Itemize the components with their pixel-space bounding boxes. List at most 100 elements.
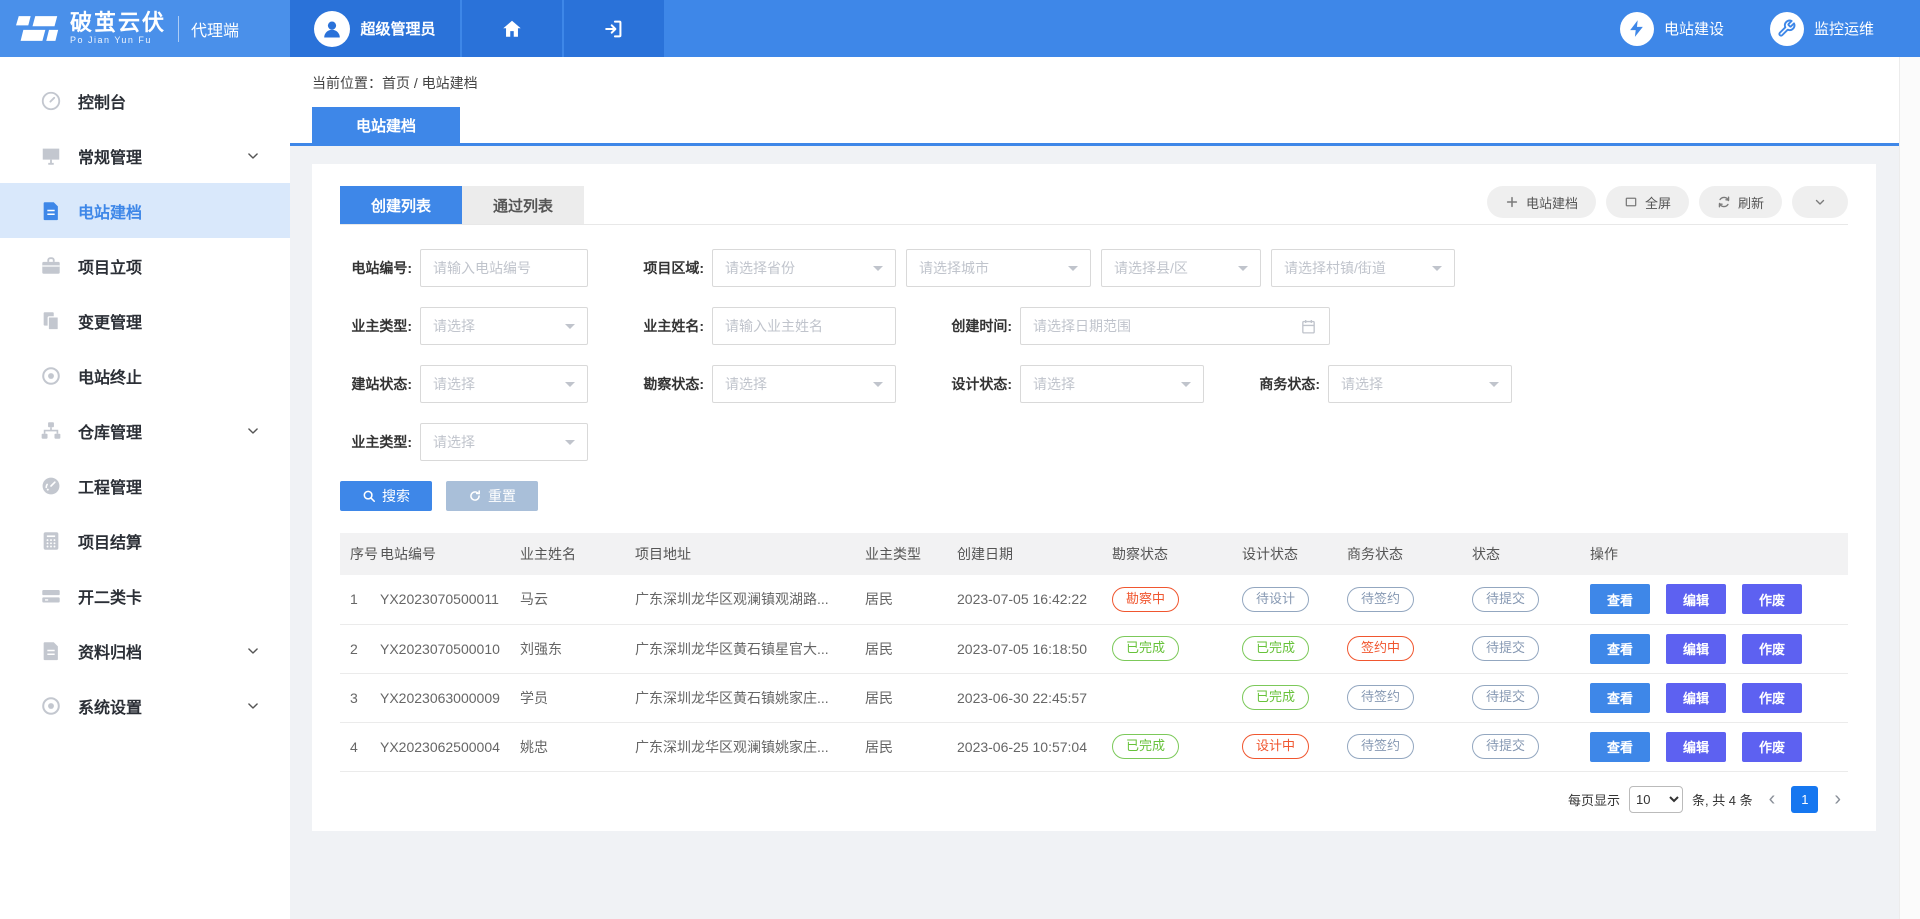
filter-select[interactable]: 请选择城市 (906, 249, 1091, 287)
edit-button[interactable]: 编辑 (1666, 683, 1726, 713)
view-button[interactable]: 查看 (1590, 683, 1650, 713)
filter-row: 业主类型:请选择业主姓名:创建时间:请选择日期范围 (340, 307, 1848, 345)
sidebar-item-10[interactable]: 资料归档 (0, 623, 290, 678)
sidebar-item-3[interactable]: 项目立项 (0, 238, 290, 293)
filter-select[interactable]: 请选择 (712, 365, 896, 403)
reset-button[interactable]: 重置 (446, 481, 538, 511)
sidebar-item-11[interactable]: 系统设置 (0, 678, 290, 733)
filter-field: 项目区域:请选择省份 (632, 249, 896, 287)
lightning-icon (1620, 12, 1654, 46)
table-header-cell: 业主类型 (865, 533, 957, 575)
filter-select[interactable]: 请选择 (420, 423, 588, 461)
cell-no: 4 (340, 722, 380, 771)
status-badge: 待提交 (1472, 587, 1539, 612)
sidebar-item-0[interactable]: 控制台 (0, 73, 290, 128)
edit-button[interactable]: 编辑 (1666, 732, 1726, 762)
pagination: 每页显示 10 条, 共 4 条 ‹ 1 › (340, 786, 1848, 813)
sidebar-item-7[interactable]: 工程管理 (0, 458, 290, 513)
cell-owner: 刘强东 (520, 624, 635, 673)
filter-select[interactable]: 请选择 (1020, 365, 1204, 403)
cell-code: YX2023062500004 (380, 722, 520, 771)
table-row: 2YX2023070500010刘强东广东深圳龙华区黄石镇星官大...居民202… (340, 624, 1848, 673)
tab-create-list[interactable]: 创建列表 (340, 186, 462, 224)
logout-icon (603, 18, 625, 40)
select-placeholder: 请选择村镇/街道 (1284, 258, 1386, 278)
filter-select[interactable]: 请选择 (1328, 365, 1512, 403)
view-button[interactable]: 查看 (1590, 732, 1650, 762)
nav-station-build[interactable]: 电站建设 (1620, 12, 1724, 46)
void-button[interactable]: 作废 (1742, 732, 1802, 762)
filter-select[interactable]: 请选择村镇/街道 (1271, 249, 1455, 287)
sidebar-item-8[interactable]: 项目结算 (0, 513, 290, 568)
table-header-cell: 勘察状态 (1112, 533, 1242, 575)
edit-button[interactable]: 编辑 (1666, 584, 1726, 614)
monitor-icon (40, 145, 62, 167)
filter-select[interactable]: 请选择 (420, 365, 588, 403)
create-station-button[interactable]: 电站建档 (1487, 186, 1596, 218)
filter-input[interactable] (712, 307, 896, 345)
void-button[interactable]: 作废 (1742, 683, 1802, 713)
sidebar-item-4[interactable]: 变更管理 (0, 293, 290, 348)
filter-label: 创建时间: (940, 316, 1020, 336)
cell-owner_type: 居民 (865, 575, 957, 624)
view-button[interactable]: 查看 (1590, 634, 1650, 664)
nav-monitor-ops[interactable]: 监控运维 (1770, 12, 1874, 46)
filter-select[interactable]: 请选择省份 (712, 249, 896, 287)
sidebar-item-2[interactable]: 电站建档 (0, 183, 290, 238)
sidebar-item-1[interactable]: 常规管理 (0, 128, 290, 183)
home-button[interactable] (460, 0, 562, 57)
filter-label: 业主类型: (340, 316, 420, 336)
edit-button[interactable]: 编辑 (1666, 634, 1726, 664)
cell-owner: 姚忠 (520, 722, 635, 771)
sidebar-item-label: 变更管理 (78, 309, 142, 333)
filter-field: 设计状态:请选择 (940, 365, 1204, 403)
sidebar-item-9[interactable]: 开二类卡 (0, 568, 290, 623)
nav-station-build-label: 电站建设 (1664, 18, 1724, 39)
filter-label: 勘察状态: (632, 374, 712, 394)
chevron-down-icon (246, 424, 260, 438)
chevron-down-icon (565, 440, 575, 450)
view-button[interactable]: 查看 (1590, 584, 1650, 614)
status-badge: 待签约 (1347, 685, 1414, 710)
user-menu[interactable]: 超级管理员 (290, 0, 460, 57)
scrollbar[interactable] (1899, 57, 1920, 919)
refresh-button[interactable]: 刷新 (1699, 186, 1782, 218)
page-number[interactable]: 1 (1791, 786, 1818, 813)
sidebar-item-5[interactable]: 电站终止 (0, 348, 290, 403)
tab-passed-list[interactable]: 通过列表 (462, 186, 584, 224)
reset-button-label: 重置 (488, 486, 516, 506)
cell-status: 待提交 (1472, 722, 1590, 771)
station-table: 序号电站编号业主姓名项目地址业主类型创建日期勘察状态设计状态商务状态状态操作 1… (340, 533, 1848, 772)
table-header-cell: 操作 (1590, 533, 1848, 575)
filter-input[interactable] (420, 249, 588, 287)
logo: 破茧云伏 Po Jian Yun Fu 代理端 (0, 0, 290, 57)
dashboard-icon (40, 90, 62, 112)
agent-badge: 代理端 (178, 16, 239, 42)
fullscreen-button[interactable]: 全屏 (1606, 186, 1689, 218)
void-button[interactable]: 作废 (1742, 634, 1802, 664)
void-button[interactable]: 作废 (1742, 584, 1802, 614)
filter-select[interactable]: 请选择县/区 (1101, 249, 1261, 287)
nav-monitor-ops-label: 监控运维 (1814, 18, 1874, 39)
cell-owner_type: 居民 (865, 673, 957, 722)
prev-page-button[interactable]: ‹ (1762, 789, 1783, 809)
date-range-input[interactable]: 请选择日期范围 (1020, 307, 1330, 345)
cell-survey: 已完成 (1112, 624, 1242, 673)
collapse-toolbar-button[interactable] (1792, 186, 1848, 218)
sidebar-item-6[interactable]: 仓库管理 (0, 403, 290, 458)
logout-button[interactable] (562, 0, 664, 57)
table-header-cell: 项目地址 (635, 533, 865, 575)
per-page-select[interactable]: 10 (1629, 786, 1683, 813)
cell-owner: 马云 (520, 575, 635, 624)
filter-select[interactable]: 请选择 (420, 307, 588, 345)
status-badge: 待签约 (1347, 587, 1414, 612)
search-button[interactable]: 搜索 (340, 481, 432, 511)
cell-design: 设计中 (1242, 722, 1347, 771)
select-placeholder: 请选择 (433, 432, 475, 452)
table-header-cell: 状态 (1472, 533, 1590, 575)
next-page-button[interactable]: › (1827, 789, 1848, 809)
cell-address: 广东深圳龙华区观澜镇观湖路... (635, 575, 865, 624)
filter-field: 电站编号: (340, 249, 588, 287)
page-tab[interactable]: 电站建档 (312, 107, 460, 143)
filter-label: 商务状态: (1248, 374, 1328, 394)
